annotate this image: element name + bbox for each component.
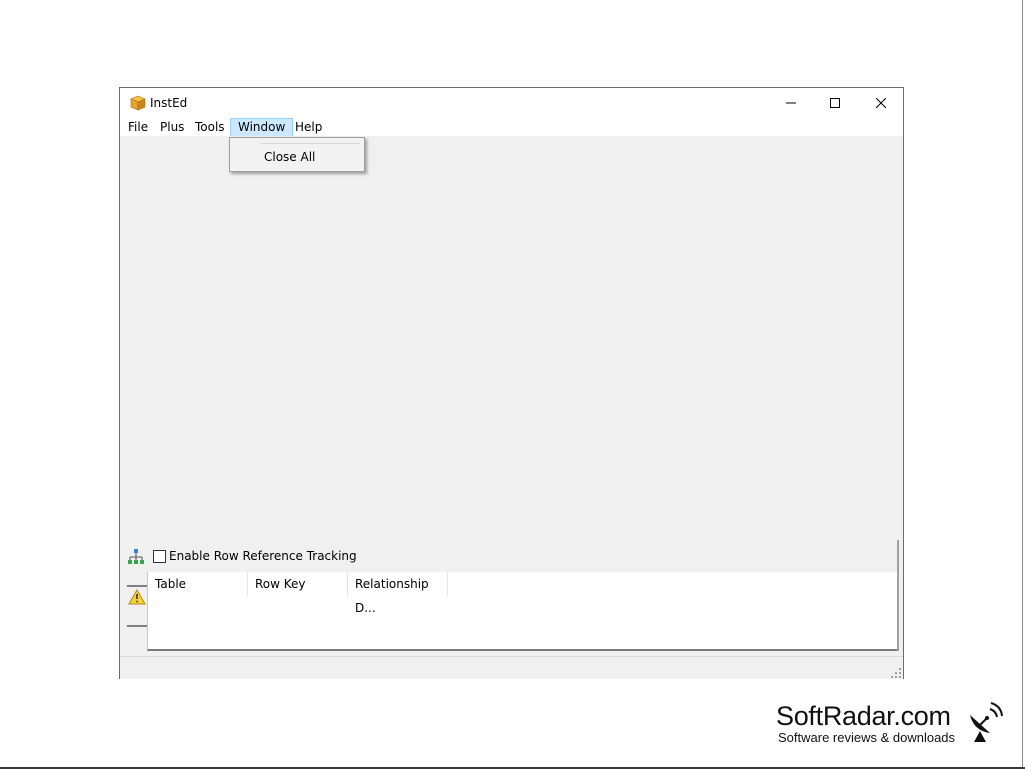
- column-header-table[interactable]: Table: [148, 572, 248, 596]
- tree-network-icon[interactable]: [127, 548, 145, 566]
- row-tracking-checkbox[interactable]: [153, 550, 166, 563]
- satellite-dish-icon: [964, 701, 1004, 743]
- tab-divider: [127, 585, 147, 587]
- close-button[interactable]: [858, 88, 904, 118]
- package-icon: [130, 95, 146, 111]
- page-border: [1022, 0, 1023, 769]
- mdi-workspace: [120, 136, 903, 581]
- title-bar[interactable]: InstEd: [120, 88, 903, 118]
- side-tabs: [127, 577, 147, 633]
- menu-plus[interactable]: Plus: [153, 118, 191, 137]
- menu-file[interactable]: File: [121, 118, 155, 137]
- menu-tools[interactable]: Tools: [188, 118, 232, 137]
- warning-icon[interactable]: [128, 588, 146, 605]
- softradar-watermark: SoftRadar.com Software reviews & downloa…: [776, 701, 1006, 751]
- close-all-menu-item[interactable]: Close All: [264, 150, 315, 164]
- references-list[interactable]: Table Row Key Relationship D...: [147, 572, 897, 651]
- column-header-relationship[interactable]: Relationship D...: [348, 572, 448, 615]
- watermark-title: SoftRadar.com: [776, 701, 951, 731]
- app-window: InstEd File Plus Tools Window Help Enabl…: [119, 87, 904, 679]
- watermark-subtitle: Software reviews & downloads: [778, 730, 956, 745]
- window-title: InstEd: [150, 96, 188, 110]
- status-bar: [120, 656, 903, 679]
- menu-bar: File Plus Tools Window Help: [120, 118, 903, 137]
- window-menu-dropdown: Close All: [229, 137, 365, 172]
- row-tracking-label[interactable]: Enable Row Reference Tracking: [169, 549, 357, 563]
- menu-help[interactable]: Help: [288, 118, 329, 137]
- tab-divider: [127, 625, 147, 627]
- maximize-button[interactable]: [812, 88, 858, 118]
- column-header-row-key[interactable]: Row Key: [248, 572, 348, 596]
- resize-grip-icon[interactable]: [891, 667, 901, 678]
- menu-window[interactable]: Window: [230, 118, 294, 137]
- row-reference-panel: Enable Row Reference Tracking Table Row …: [125, 540, 899, 651]
- menu-separator: [260, 143, 360, 144]
- minimize-button[interactable]: [768, 88, 814, 118]
